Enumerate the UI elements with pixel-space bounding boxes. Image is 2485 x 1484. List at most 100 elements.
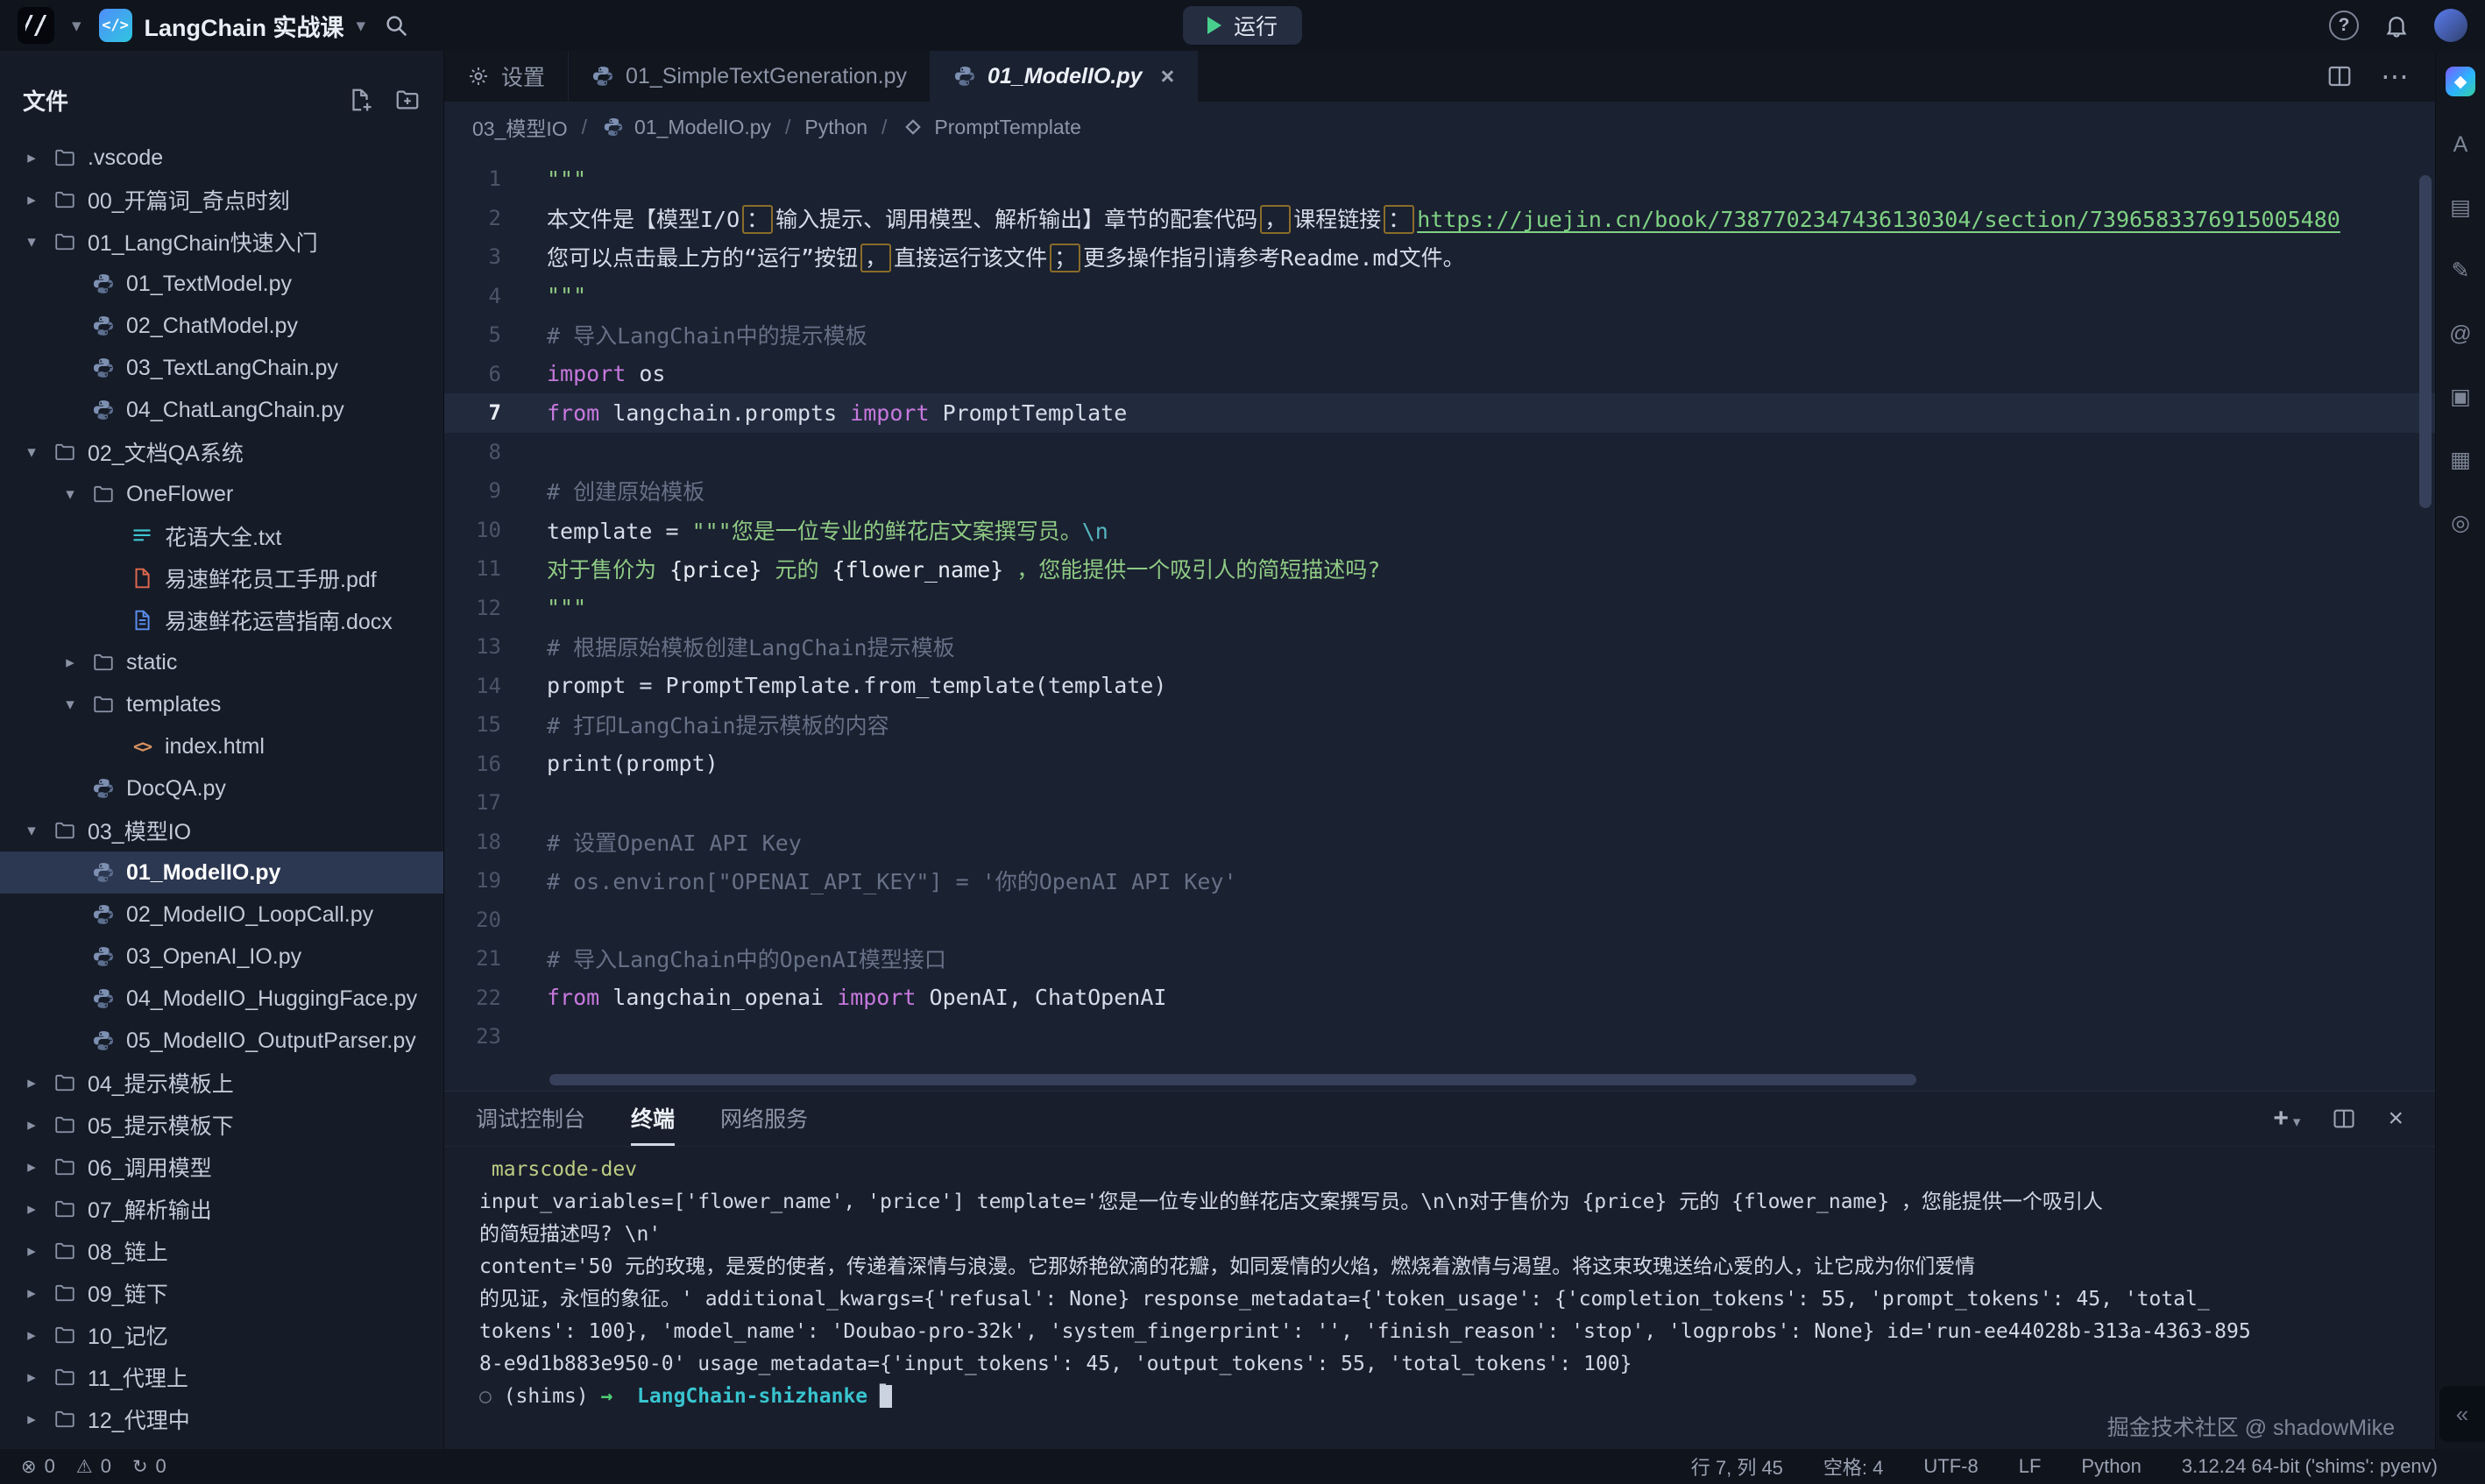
tree-item[interactable]: 04_ModelIO_HuggingFace.py (0, 978, 443, 1020)
error-count[interactable]: ⊗0 (21, 1455, 55, 1478)
tree-item[interactable]: ▸10_记忆 (0, 1314, 443, 1356)
tree-item[interactable]: ▾templates (0, 683, 443, 725)
code-line[interactable]: 14prompt = PromptTemplate.from_template(… (444, 667, 2435, 706)
warning-count[interactable]: ⚠0 (76, 1455, 111, 1478)
run-button[interactable]: 运行 (1183, 6, 1302, 45)
tree-item[interactable]: 01_TextModel.py (0, 263, 443, 305)
tree-item[interactable]: ▸06_调用模型 (0, 1146, 443, 1188)
code-line[interactable]: 6import os (444, 355, 2435, 394)
code-line[interactable]: 9# 创建原始模板 (444, 471, 2435, 511)
user-icon[interactable]: ◎ (2446, 508, 2475, 538)
status-item[interactable]: 行 7, 列 45 (1691, 1452, 1783, 1480)
code-line[interactable]: 18# 设置OpenAI API Key (444, 823, 2435, 862)
document-icon[interactable]: ▤ (2446, 193, 2475, 223)
code-line[interactable]: 3您可以点击最上方的“运行”按钮，直接运行该文件；更多操作指引请参考Readme… (444, 237, 2435, 277)
notifications-bell-icon[interactable] (2383, 12, 2410, 39)
tree-item[interactable]: 03_TextLangChain.py (0, 347, 443, 389)
tree-item[interactable]: ▸.vscode (0, 137, 443, 179)
tree-item[interactable]: ▸static (0, 641, 443, 683)
new-file-icon[interactable] (347, 87, 373, 113)
tree-item[interactable]: 01_ModelIO.py (0, 852, 443, 894)
status-item[interactable]: 3.12.24 64-bit ('shims': pyenv) (2182, 1455, 2438, 1478)
code-line[interactable]: 23 (444, 1017, 2435, 1056)
status-item[interactable]: 空格: 4 (1823, 1452, 1883, 1480)
split-editor-icon[interactable] (2326, 63, 2353, 89)
tree-item[interactable]: 花语大全.txt (0, 515, 443, 557)
mention-icon[interactable]: @ (2446, 319, 2475, 349)
close-panel-icon[interactable]: × (2388, 1104, 2404, 1134)
assistant-a-icon[interactable]: A (2446, 130, 2475, 159)
panel-tab-item[interactable]: 网络服务 (720, 1092, 808, 1146)
code-line[interactable]: 20 (444, 901, 2435, 940)
editor-tab[interactable]: 设置 (444, 51, 569, 102)
terminal-output[interactable]: marscode-devinput_variables=['flower_nam… (444, 1147, 2435, 1449)
tree-item[interactable]: 易速鲜花员工手册.pdf (0, 557, 443, 599)
code-line[interactable]: 17 (444, 783, 2435, 823)
ai-assistant-icon[interactable]: ◆ (2446, 67, 2475, 96)
code-line[interactable]: 5# 导入LangChain中的提示模板 (444, 315, 2435, 355)
tree-item[interactable]: 易速鲜花运营指南.docx (0, 599, 443, 641)
status-item[interactable]: UTF-8 (1923, 1455, 1978, 1478)
editor-tab[interactable]: 01_SimpleTextGeneration.py (569, 51, 931, 102)
search-icon[interactable] (383, 12, 409, 39)
code-line[interactable]: 11对于售价为 {price} 元的 {flower_name} ，您能提供一个… (444, 549, 2435, 589)
close-tab-icon[interactable]: × (1161, 63, 1175, 90)
breadcrumb-item[interactable]: PromptTemplate (901, 115, 1080, 139)
tree-item[interactable]: <>index.html (0, 725, 443, 767)
tree-item[interactable]: ▾03_模型IO (0, 809, 443, 852)
tree-item[interactable]: ▾02_文档QA系统 (0, 431, 443, 473)
code-line[interactable]: 16print(prompt) (444, 745, 2435, 784)
tree-item[interactable]: 03_OpenAI_IO.py (0, 936, 443, 978)
user-avatar[interactable] (2434, 9, 2467, 42)
tree-item[interactable]: 02_ModelIO_LoopCall.py (0, 894, 443, 936)
tree-item[interactable]: ▸09_链下 (0, 1272, 443, 1314)
more-actions-icon[interactable]: ⋯ (2381, 60, 2409, 93)
split-panel-icon[interactable] (2332, 1106, 2356, 1131)
tree-item[interactable]: ▸12_代理中 (0, 1398, 443, 1440)
tree-item[interactable]: ▸08_链上 (0, 1230, 443, 1272)
terminal-prompt-line[interactable]: ○ (shims) → LangChain-shizhanke ▌ (479, 1381, 2409, 1413)
help-icon[interactable]: ? (2329, 11, 2359, 40)
code-line[interactable]: 2本文件是【模型I/O：输入提示、调用模型、解析输出】章节的配套代码，课程链接：… (444, 199, 2435, 238)
new-folder-icon[interactable] (394, 87, 421, 113)
code-editor[interactable]: 1"""2本文件是【模型I/O：输入提示、调用模型、解析输出】章节的配套代码，课… (444, 152, 2435, 1091)
code-line[interactable]: 13# 根据原始模板创建LangChain提示模板 (444, 627, 2435, 667)
code-line[interactable]: 19# os.environ["OPENAI_API_KEY"] = '你的Op… (444, 861, 2435, 901)
code-line[interactable]: 8 (444, 433, 2435, 472)
status-item[interactable]: Python (2081, 1455, 2142, 1478)
tree-item[interactable]: ▸04_提示模板上 (0, 1062, 443, 1104)
code-line[interactable]: 1""" (444, 159, 2435, 199)
breadcrumb-item[interactable]: Python (804, 116, 867, 139)
breadcrumb-item[interactable]: 03_模型IO (472, 112, 568, 142)
app-logo-icon[interactable] (18, 7, 54, 44)
tree-item[interactable]: DocQA.py (0, 767, 443, 809)
tree-item[interactable]: ▾OneFlower (0, 473, 443, 515)
tree-item[interactable]: 02_ChatModel.py (0, 305, 443, 347)
tree-item[interactable]: ▸05_提示模板下 (0, 1104, 443, 1146)
code-line[interactable]: 21# 导入LangChain中的OpenAI模型接口 (444, 939, 2435, 979)
info-count[interactable]: ↻0 (132, 1455, 166, 1478)
grid-icon[interactable]: ▦ (2446, 445, 2475, 475)
code-line[interactable]: 22from langchain_openai import OpenAI, C… (444, 979, 2435, 1018)
logo-chevron-down-icon[interactable]: ▾ (72, 17, 81, 35)
edit-icon[interactable]: ✎ (2446, 256, 2475, 286)
workspace-switcher[interactable]: </> LangChain 实战课 ▾ (99, 9, 366, 43)
vertical-scrollbar[interactable] (2419, 175, 2432, 508)
code-line[interactable]: 7from langchain.prompts import PromptTem… (444, 393, 2435, 433)
tree-item[interactable]: ▸07_解析输出 (0, 1188, 443, 1230)
tree-item[interactable]: ▾01_LangChain快速入门 (0, 221, 443, 263)
new-terminal-button[interactable]: +▾ (2273, 1104, 2300, 1134)
code-line[interactable]: 10template = """您是一位专业的鲜花店文案撰写员。\n (444, 511, 2435, 550)
panel-tab-active[interactable]: 终端 (631, 1092, 675, 1146)
code-line[interactable]: 15# 打印LangChain提示模板的内容 (444, 705, 2435, 745)
tree-item[interactable]: 04_ChatLangChain.py (0, 389, 443, 431)
tree-item[interactable]: 05_ModelIO_OutputParser.py (0, 1020, 443, 1062)
breadcrumb-item[interactable]: 01_ModelIO.py (601, 115, 771, 139)
tree-item[interactable]: ▸11_代理上 (0, 1356, 443, 1398)
status-item[interactable]: LF (2019, 1455, 2042, 1478)
panel-tab-item[interactable]: 调试控制台 (476, 1092, 585, 1146)
collapsed-panel-button[interactable]: « (2439, 1386, 2485, 1442)
extension-icon[interactable]: ▣ (2446, 382, 2475, 412)
horizontal-scrollbar[interactable] (549, 1074, 1916, 1085)
tree-item[interactable]: ▸00_开篇词_奇点时刻 (0, 179, 443, 221)
